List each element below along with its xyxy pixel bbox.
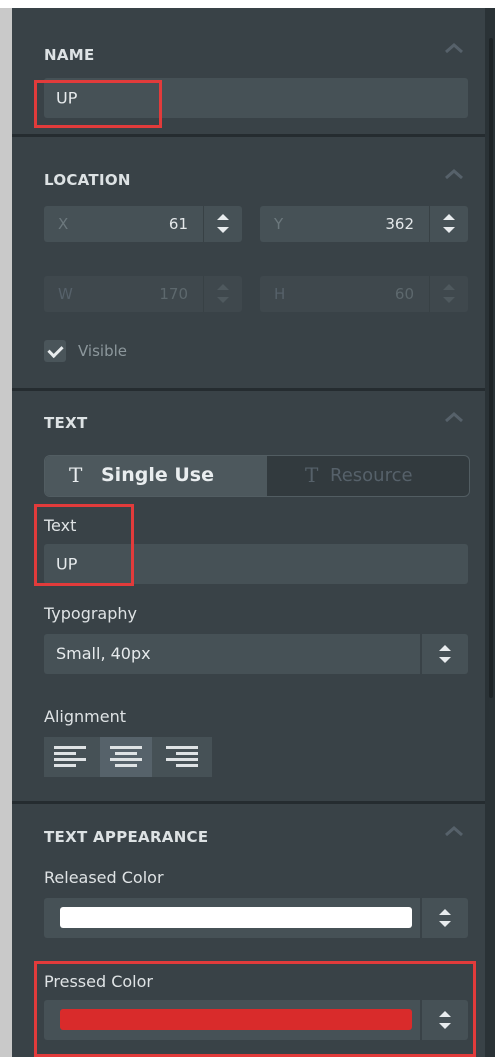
single-use-label: Single Use bbox=[101, 464, 214, 486]
typography-select[interactable]: Small, 40px bbox=[44, 634, 468, 674]
location-section-title: LOCATION bbox=[44, 171, 131, 189]
y-label: Y bbox=[274, 215, 284, 233]
chevron-up-icon[interactable] bbox=[442, 409, 466, 425]
released-color-label: Released Color bbox=[44, 868, 164, 887]
alignment-group bbox=[44, 737, 212, 777]
text-type-icon: T bbox=[69, 463, 83, 487]
visible-checkbox[interactable] bbox=[44, 340, 66, 362]
text-appearance-section-title: TEXT APPEARANCE bbox=[44, 828, 209, 846]
left-border bbox=[0, 8, 12, 1057]
released-color-swatch[interactable] bbox=[60, 907, 412, 928]
text-section-title: TEXT bbox=[44, 414, 88, 432]
text-source-toggle: T Single Use T Resource bbox=[44, 455, 470, 497]
w-label: W bbox=[58, 285, 73, 303]
h-stepper bbox=[429, 276, 468, 312]
x-stepper[interactable] bbox=[203, 206, 242, 242]
visible-label: Visible bbox=[78, 342, 127, 360]
single-use-option[interactable]: T Single Use bbox=[45, 456, 267, 496]
h-field: H 60 bbox=[260, 276, 468, 312]
align-center-button[interactable] bbox=[100, 737, 152, 777]
x-value: 61 bbox=[168, 215, 188, 233]
released-color-arrows[interactable] bbox=[420, 898, 468, 938]
w-value: 170 bbox=[159, 285, 188, 303]
x-label: X bbox=[58, 215, 69, 233]
chevron-up-icon[interactable] bbox=[442, 166, 466, 182]
y-field[interactable]: Y 362 bbox=[260, 206, 468, 242]
y-stepper[interactable] bbox=[429, 206, 468, 242]
section-divider bbox=[12, 388, 485, 391]
resource-label: Resource bbox=[330, 465, 413, 486]
panel-content: NAME UP LOCATION X 61 Y 362 W 170 H 60 V… bbox=[12, 8, 495, 1057]
typography-label: Typography bbox=[44, 604, 137, 623]
top-border bbox=[0, 0, 495, 8]
alignment-label: Alignment bbox=[44, 707, 126, 726]
chevron-up-icon[interactable] bbox=[442, 40, 466, 56]
align-right-button[interactable] bbox=[156, 737, 208, 777]
align-left-button[interactable] bbox=[44, 737, 96, 777]
select-arrows-icon bbox=[420, 634, 468, 674]
section-divider bbox=[12, 134, 485, 137]
released-color-picker[interactable] bbox=[44, 898, 468, 938]
typography-value: Small, 40px bbox=[56, 644, 151, 663]
select-arrows-icon bbox=[420, 898, 468, 938]
scrollbar-thumb[interactable] bbox=[489, 38, 493, 698]
name-highlight-box bbox=[34, 80, 162, 128]
y-value: 362 bbox=[385, 215, 414, 233]
section-divider bbox=[12, 801, 485, 804]
text-highlight-box bbox=[34, 504, 134, 586]
text-type-icon: T bbox=[305, 463, 319, 487]
x-field[interactable]: X 61 bbox=[44, 206, 242, 242]
h-label: H bbox=[274, 285, 286, 303]
w-stepper bbox=[203, 276, 242, 312]
h-value: 60 bbox=[394, 285, 414, 303]
chevron-up-icon[interactable] bbox=[442, 823, 466, 839]
w-field: W 170 bbox=[44, 276, 242, 312]
name-section-title: NAME bbox=[44, 46, 95, 64]
pressed-color-highlight-box bbox=[34, 961, 476, 1057]
